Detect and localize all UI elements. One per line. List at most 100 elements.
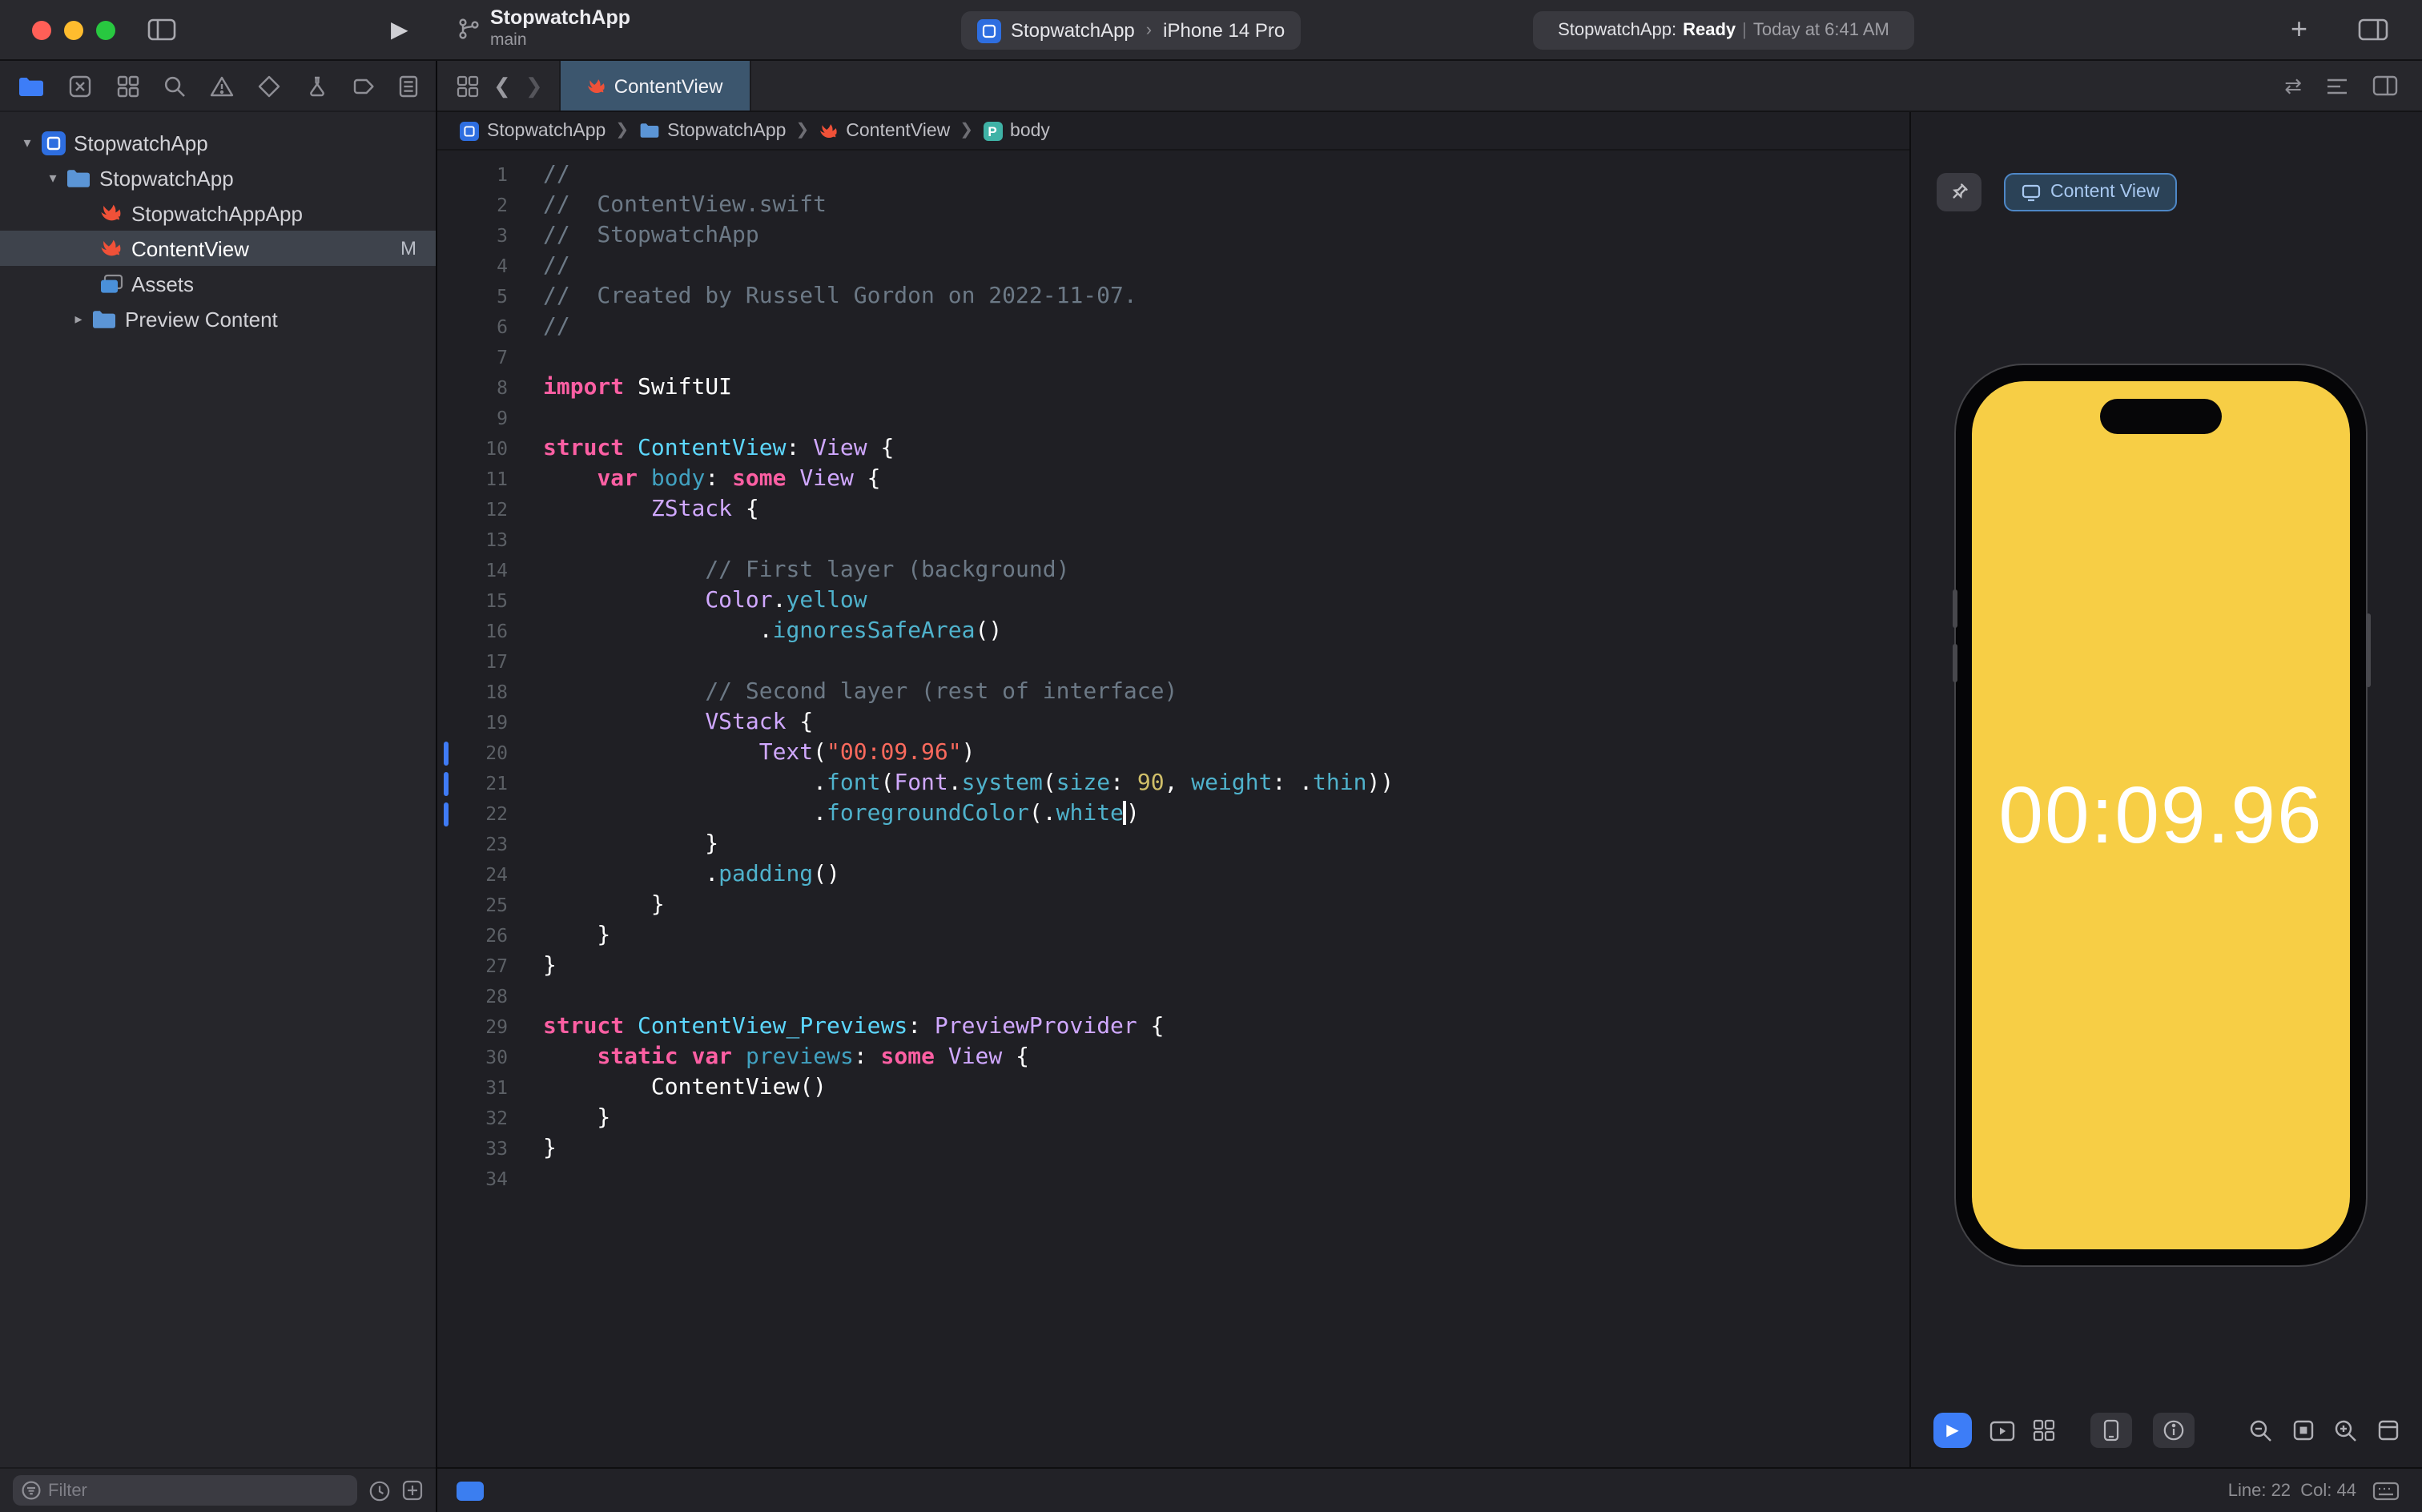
scheme-selector[interactable]: StopwatchApp › iPhone 14 Pro <box>961 11 1302 50</box>
tree-row-assets[interactable]: Assets <box>0 266 436 301</box>
code-line[interactable]: 11 var body: some View { <box>437 464 1909 495</box>
code-line[interactable]: 20 Text("00:09.96") <box>437 738 1909 769</box>
code-line[interactable]: 29 struct ContentView_Previews: PreviewPr… <box>437 1012 1909 1043</box>
preview-info-button[interactable] <box>2153 1413 2195 1448</box>
tree-row-preview-content[interactable]: ▸ Preview Content <box>0 301 436 336</box>
code-line[interactable]: 26 } <box>437 921 1909 951</box>
tab-label: ContentView <box>614 74 723 97</box>
code-line[interactable]: 5// Created by Russell Gordon on 2022-11… <box>437 282 1909 312</box>
disclosure-right-icon[interactable]: ▸ <box>67 310 90 328</box>
zoom-fit-icon[interactable] <box>2292 1419 2315 1442</box>
code-line[interactable]: 6// <box>437 312 1909 343</box>
disclosure-down-icon[interactable]: ▾ <box>42 169 64 187</box>
tree-row-file-selected[interactable]: ContentView M <box>0 231 436 266</box>
code-line[interactable]: 16 .ignoresSafeArea() <box>437 617 1909 647</box>
preview-screen: 00:09.96 <box>1972 381 2350 1249</box>
breakpoint-navigator-icon[interactable] <box>352 74 375 97</box>
project-navigator-icon[interactable] <box>18 74 45 97</box>
report-navigator-icon[interactable] <box>399 74 418 97</box>
debug-navigator-icon[interactable] <box>305 74 328 97</box>
breadcrumb-item-symbol[interactable]: P body <box>983 121 1050 140</box>
go-forward-button[interactable]: ❯ <box>525 73 543 99</box>
line-column-indicator: Line: 22 Col: 44 <box>2227 1481 2356 1500</box>
modified-line-indicator <box>444 742 449 766</box>
tree-row-file[interactable]: StopwatchAppApp <box>0 195 436 231</box>
code-line[interactable]: 30 static var previews: some View { <box>437 1043 1909 1073</box>
related-items-icon[interactable] <box>457 74 479 97</box>
issue-navigator-icon[interactable] <box>210 74 234 97</box>
code-line[interactable]: 13 <box>437 525 1909 556</box>
variants-button[interactable] <box>2033 1419 2055 1442</box>
toggle-navigator-button[interactable] <box>147 18 176 42</box>
code-line[interactable]: 12 ZStack { <box>437 495 1909 525</box>
minimize-window-button[interactable] <box>64 21 83 40</box>
pin-preview-button[interactable] <box>1937 173 1981 211</box>
code-line[interactable]: 19 VStack { <box>437 708 1909 738</box>
activity-view[interactable]: StopwatchApp: Ready | Today at 6:41 AM <box>1533 11 1914 50</box>
preview-provider-button[interactable]: Content View <box>2004 173 2178 211</box>
zoom-out-icon[interactable] <box>2249 1418 2273 1442</box>
code-line[interactable]: 9 <box>437 404 1909 434</box>
fullscreen-window-button[interactable] <box>96 21 115 40</box>
code-line[interactable]: 3// StopwatchApp <box>437 221 1909 251</box>
add-editor-icon[interactable] <box>2372 75 2398 96</box>
breadcrumb-item-project[interactable]: StopwatchApp <box>460 121 606 140</box>
disclosure-down-icon[interactable]: ▾ <box>16 134 38 151</box>
code-line[interactable]: 25 } <box>437 891 1909 921</box>
code-line[interactable]: 18 // Second layer (rest of interface) <box>437 678 1909 708</box>
tree-row-project[interactable]: ▾ StopwatchApp <box>0 125 436 160</box>
keyboard-panel-icon[interactable] <box>2372 1481 2400 1500</box>
zoom-actual-size-icon[interactable] <box>2377 1419 2400 1442</box>
filter-input[interactable] <box>48 1481 349 1500</box>
code-line[interactable]: 1// <box>437 160 1909 191</box>
code-line[interactable]: 32 } <box>437 1104 1909 1134</box>
code-line[interactable]: 31 ContentView() <box>437 1073 1909 1104</box>
code-review-icon[interactable]: ⇄ <box>2284 73 2302 99</box>
source-control-navigator-icon[interactable] <box>70 74 92 97</box>
tree-item-label: StopwatchApp <box>99 166 234 190</box>
breadcrumb-item-group[interactable]: StopwatchApp <box>638 121 786 140</box>
power-button <box>2365 613 2370 687</box>
breadcrumb-item-file[interactable]: ContentView <box>819 121 950 140</box>
source-control-filter-icon[interactable] <box>402 1480 423 1501</box>
code-line[interactable]: 8 import SwiftUI <box>437 373 1909 404</box>
tree-row-group[interactable]: ▾ StopwatchApp <box>0 160 436 195</box>
code-line[interactable]: 10 struct ContentView: View { <box>437 434 1909 464</box>
code-line[interactable]: 27} <box>437 951 1909 982</box>
find-navigator-icon[interactable] <box>163 74 186 97</box>
code-line[interactable]: 24 .padding() <box>437 860 1909 891</box>
test-navigator-icon[interactable] <box>259 74 281 97</box>
code-editor[interactable]: 1//2// ContentView.swift 3// StopwatchApp… <box>437 151 1909 1467</box>
code-line[interactable]: 4// <box>437 251 1909 282</box>
code-line[interactable]: 34 <box>437 1164 1909 1195</box>
symbol-navigator-icon[interactable] <box>116 74 139 97</box>
device-settings-button[interactable] <box>2090 1413 2132 1448</box>
live-preview-button[interactable]: ▶ <box>1933 1413 1972 1448</box>
tab-contentview[interactable]: ContentView <box>558 61 751 111</box>
source-control-status-badge: M <box>400 237 416 259</box>
tree-item-label: ContentView <box>131 236 249 260</box>
close-window-button[interactable] <box>32 21 51 40</box>
breadcrumb-separator: ❯ <box>960 122 974 139</box>
zoom-in-icon[interactable] <box>2334 1418 2358 1442</box>
preview-on-device-button[interactable] <box>1990 1420 2015 1441</box>
code-line[interactable]: 17 <box>437 647 1909 678</box>
filter-field[interactable] <box>13 1475 357 1506</box>
breakpoints-toggle-icon[interactable] <box>457 1481 484 1500</box>
run-button[interactable]: ▶ <box>391 14 408 43</box>
code-line[interactable]: 21 .font(Font.system(size: 90, weight: .… <box>437 769 1909 799</box>
code-line[interactable]: 7 <box>437 343 1909 373</box>
code-line[interactable]: 15 Color.yellow <box>437 586 1909 617</box>
code-line[interactable]: 33} <box>437 1134 1909 1164</box>
code-line[interactable]: 2// ContentView.swift <box>437 191 1909 221</box>
code-line[interactable]: 22 .foregroundColor(.white) <box>437 799 1909 830</box>
code-line[interactable]: 28 <box>437 982 1909 1012</box>
editor-layout-button[interactable] <box>2358 18 2388 42</box>
window-controls <box>32 21 115 40</box>
code-line[interactable]: 14 // First layer (background) <box>437 556 1909 586</box>
recent-files-filter-icon[interactable] <box>368 1479 391 1502</box>
code-line[interactable]: 23 } <box>437 830 1909 860</box>
add-tab-button[interactable]: + <box>2291 13 2307 46</box>
minimap-menu-icon[interactable] <box>2326 76 2348 95</box>
go-back-button[interactable]: ❮ <box>493 73 511 99</box>
